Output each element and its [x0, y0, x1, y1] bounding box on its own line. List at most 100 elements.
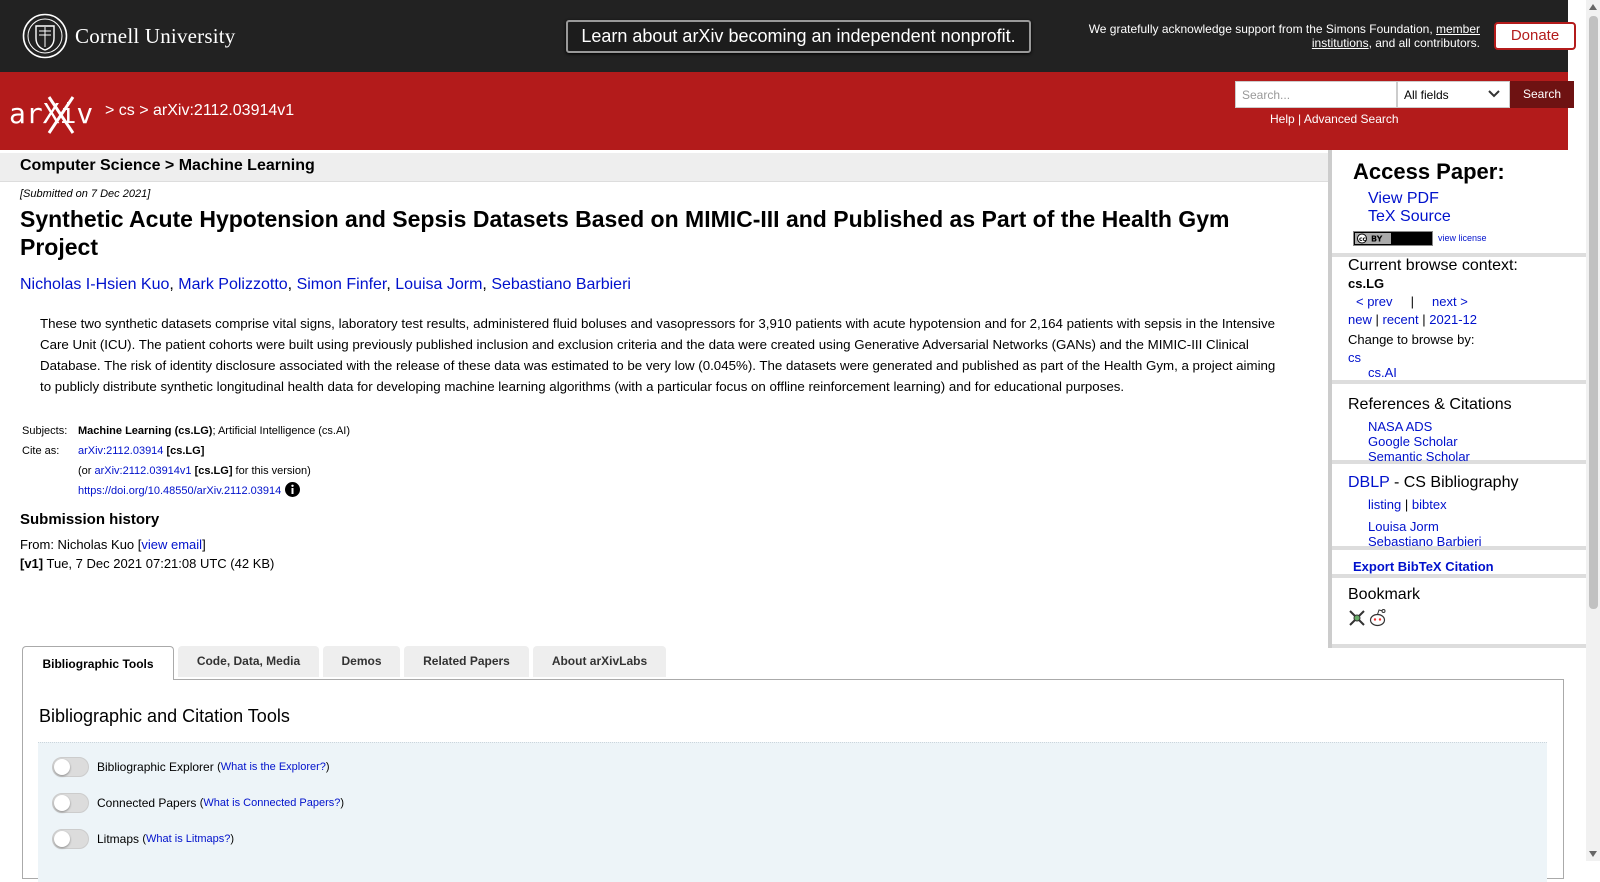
prev-next-nav: < prev | next >	[1356, 294, 1468, 309]
tool-help-link[interactable]: What is Litmaps?	[146, 833, 230, 845]
nonprofit-banner-link[interactable]: Learn about arXiv becoming an independen…	[566, 20, 1031, 53]
view-email-link[interactable]: view email	[141, 537, 202, 552]
cite-version-suffix: for this version)	[232, 465, 311, 477]
cite-value: arXiv:2112.03914 [cs.LG]	[76, 441, 352, 461]
tab-related-papers[interactable]: Related Papers	[404, 646, 529, 677]
new-link[interactable]: new	[1348, 312, 1372, 327]
page-scrollbar[interactable]	[1586, 0, 1600, 861]
subjects-row: Subjects: Machine Learning (cs.LG); Arti…	[20, 421, 352, 441]
tool-help: (What is Connected Papers?)	[199, 797, 345, 809]
dblp-bibtex-link[interactable]: bibtex	[1412, 497, 1447, 512]
author-link[interactable]: Nicholas I-Hsien Kuo	[20, 276, 169, 293]
cite-version-link[interactable]: arXiv:2112.03914v1	[95, 465, 192, 477]
tab-panel: Bibliographic and Citation Tools Bibliog…	[22, 679, 1564, 882]
author-link[interactable]: Simon Finfer	[297, 276, 387, 293]
panel-heading: Bibliographic and Citation Tools	[39, 706, 290, 726]
tex-source-link[interactable]: TeX Source	[1368, 208, 1451, 226]
view-license-link[interactable]: view license	[1438, 233, 1487, 243]
advanced-search-link[interactable]: Advanced Search	[1304, 112, 1399, 126]
browse-cs-link[interactable]: cs	[1348, 350, 1361, 365]
dblp-heading: DBLP - CS Bibliography	[1348, 474, 1518, 492]
dblp-listing-link[interactable]: listing	[1368, 497, 1401, 512]
recent-link[interactable]: recent	[1383, 312, 1419, 327]
tool-row-explorer: Bibliographic Explorer (What is the Expl…	[52, 757, 330, 777]
breadcrumb-sep: >	[105, 102, 119, 119]
author-link[interactable]: Mark Polizzotto	[178, 276, 287, 293]
cite-version: (or arXiv:2112.03914v1 [cs.LG] for this …	[76, 461, 352, 481]
bookmark-heading: Bookmark	[1348, 586, 1421, 603]
help-link[interactable]: Help	[1270, 112, 1295, 126]
bibsonomy-icon[interactable]	[1348, 609, 1366, 627]
browse-context-value: cs.LG	[1348, 276, 1385, 291]
breadcrumb-sep: >	[134, 102, 154, 119]
connected-papers-toggle[interactable]	[52, 793, 89, 813]
tab-code-data-media[interactable]: Code, Data, Media	[178, 646, 319, 677]
tool-help: (What is the Explorer?)	[217, 761, 330, 773]
from-prefix: From: Nicholas Kuo [	[20, 537, 142, 552]
ack-prefix: We gratefully acknowledge support from t…	[1088, 22, 1436, 36]
cite-id-link[interactable]: arXiv:2112.03914	[78, 445, 163, 457]
cornell-logo[interactable]: Cornell University	[22, 13, 236, 59]
tool-help: (What is Litmaps?)	[142, 833, 235, 845]
search-button[interactable]: Search	[1510, 81, 1574, 108]
tool-help-link[interactable]: What is Connected Papers?	[203, 797, 340, 809]
dblp-rest: - CS Bibliography	[1389, 474, 1519, 491]
prev-link[interactable]: < prev	[1356, 294, 1393, 309]
author-link[interactable]: Louisa Jorm	[395, 276, 482, 293]
submitted-date: [Submitted on 7 Dec 2021]	[20, 188, 151, 200]
search-field-value: All fields	[1404, 88, 1449, 102]
breadcrumb: > cs > arXiv:2112.03914v1	[105, 102, 294, 120]
subject-header: Computer Science > Machine Learning	[0, 153, 1328, 182]
view-pdf-link[interactable]: View PDF	[1368, 190, 1439, 208]
tab-demos[interactable]: Demos	[323, 646, 400, 677]
explorer-toggle[interactable]	[52, 757, 89, 777]
author-link[interactable]: Sebastiano Barbieri	[491, 276, 631, 293]
search-input[interactable]: Search...	[1235, 81, 1397, 108]
breadcrumb-cs[interactable]: cs	[119, 102, 135, 119]
tool-help-link[interactable]: What is the Explorer?	[221, 761, 326, 773]
tab-about-arxivlabs[interactable]: About arXivLabs	[533, 646, 666, 677]
dblp-link[interactable]: DBLP	[1348, 474, 1390, 491]
next-link[interactable]: next >	[1432, 294, 1468, 309]
author-sep: ,	[482, 276, 492, 293]
doi-value: https://doi.org/10.48550/arXiv.2112.0391…	[76, 481, 352, 501]
cc-by-license-icon[interactable]: cc BY	[1353, 231, 1433, 246]
link-sep: |	[1294, 112, 1304, 126]
nasa-ads-link[interactable]: NASA ADS	[1368, 419, 1432, 434]
references-heading: References & Citations	[1348, 396, 1512, 413]
google-scholar-link[interactable]: Google Scholar	[1368, 434, 1458, 449]
author-sep: ,	[287, 276, 297, 293]
dblp-author-link[interactable]: Sebastiano Barbieri	[1368, 534, 1481, 549]
scrollbar-thumb[interactable]	[1589, 16, 1598, 609]
toggle-knob	[54, 759, 70, 775]
cornell-seal-icon	[22, 13, 68, 59]
doi-link[interactable]: https://doi.org/10.48550/arXiv.2112.0391…	[78, 485, 281, 497]
cornell-name: Cornell University	[75, 23, 236, 48]
scroll-up-arrow-icon[interactable]	[1589, 4, 1597, 10]
export-bibtex-link[interactable]: Export BibTeX Citation	[1353, 559, 1494, 574]
tab-bibliographic-tools[interactable]: Bibliographic Tools	[22, 646, 174, 680]
subjects-value: Machine Learning (cs.LG); Artificial Int…	[76, 421, 352, 441]
nav-sep: |	[1410, 294, 1414, 309]
author-list: Nicholas I-Hsien Kuo, Mark Polizzotto, S…	[20, 276, 631, 294]
access-paper-heading: Access Paper:	[1353, 159, 1505, 184]
reddit-icon[interactable]	[1368, 608, 1387, 627]
tools-list: Bibliographic Explorer (What is the Expl…	[38, 742, 1547, 882]
scroll-down-arrow-icon[interactable]	[1589, 851, 1597, 857]
semantic-scholar-link[interactable]: Semantic Scholar	[1368, 449, 1470, 464]
info-icon[interactable]	[285, 482, 301, 497]
tool-row-connected-papers: Connected Papers (What is Connected Pape…	[52, 793, 344, 813]
litmaps-toggle[interactable]	[52, 829, 89, 849]
browse-csai-link[interactable]: cs.AI	[1368, 365, 1397, 380]
dblp-author-link[interactable]: Louisa Jorm	[1368, 519, 1439, 534]
svg-text:cc: cc	[1359, 236, 1367, 243]
nav-sep: |	[1404, 497, 1409, 512]
month-link[interactable]: 2021-12	[1429, 312, 1477, 327]
arxiv-logo-icon[interactable]: arXiv	[9, 93, 101, 135]
toggle-knob	[54, 831, 70, 847]
donate-button[interactable]: Donate	[1494, 22, 1576, 50]
search-field-select[interactable]: All fields	[1397, 81, 1510, 108]
nav-sep: |	[1375, 312, 1379, 327]
version-label: [v1]	[20, 556, 44, 571]
search-help-links: Help | Advanced Search	[1270, 112, 1399, 126]
